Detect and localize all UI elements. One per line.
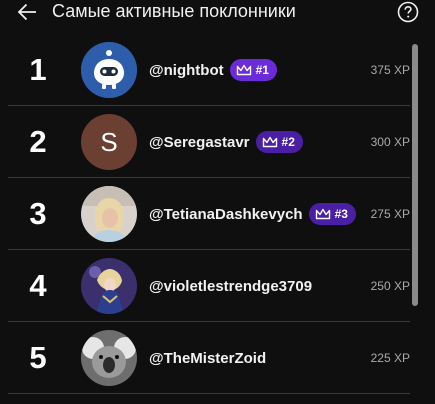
username[interactable]: @TetianaDashkevych xyxy=(149,206,303,223)
rank-number: 3 xyxy=(29,196,47,231)
scrollbar-thumb[interactable] xyxy=(412,44,418,306)
koala-photo-avatar[interactable] xyxy=(81,330,137,386)
top-fan-badge: #3 xyxy=(308,203,356,225)
scrollbar[interactable] xyxy=(410,34,420,404)
top-fan-badge: #1 xyxy=(229,59,277,81)
list-item: 1 @nightbot #1 375 XP xyxy=(8,34,410,106)
question-circle-icon xyxy=(397,1,419,23)
photo-avatar-blonde-woman[interactable] xyxy=(81,186,137,242)
list-item: 4 @violetlestrendge3709 250 XP xyxy=(8,250,410,322)
username[interactable]: @TheMisterZoid xyxy=(149,350,266,367)
xp-value: 250 XP xyxy=(370,279,410,293)
username-wrapper: @TheMisterZoid xyxy=(149,322,266,394)
rank-number: 1 xyxy=(29,52,47,87)
xp-value: 225 XP xyxy=(370,351,410,365)
avatar-initial: S xyxy=(100,126,118,157)
anime-character-avatar[interactable] xyxy=(81,258,137,314)
back-button[interactable] xyxy=(14,0,40,24)
header: Самые активные поклонники xyxy=(0,0,435,24)
badge-label: #1 xyxy=(255,63,269,77)
rank-number: 2 xyxy=(29,124,47,159)
username-wrapper: @Seregastavr #2 xyxy=(149,106,303,178)
letter-avatar[interactable]: S xyxy=(81,114,137,170)
list-item: 2 S @Seregastavr #2 300 XP xyxy=(8,106,410,178)
arrow-left-icon xyxy=(17,3,36,21)
list-item: 3 @TetianaDashkevych #3 275 XP xyxy=(8,178,410,250)
rank-number: 4 xyxy=(29,268,47,303)
xp-value: 375 XP xyxy=(370,63,410,77)
top-fan-badge: #2 xyxy=(255,131,303,153)
username[interactable]: @nightbot xyxy=(149,62,224,79)
username-wrapper: @TetianaDashkevych #3 xyxy=(149,178,356,250)
badge-label: #3 xyxy=(334,207,348,221)
username-wrapper: @violetlestrendge3709 xyxy=(149,250,312,322)
help-button[interactable] xyxy=(397,1,419,23)
xp-value: 275 XP xyxy=(370,207,410,221)
crown-icon xyxy=(236,64,251,76)
crown-icon xyxy=(262,136,277,148)
nightbot-robot-avatar[interactable] xyxy=(81,42,137,98)
xp-value: 300 XP xyxy=(370,135,410,149)
crown-icon xyxy=(315,208,330,220)
rank-number: 5 xyxy=(29,340,47,375)
list-item: 5 @TheMisterZoid 225 XP xyxy=(8,322,410,394)
badge-label: #2 xyxy=(281,135,295,149)
page-title: Самые активные поклонники xyxy=(52,1,296,21)
username-wrapper: @nightbot #1 xyxy=(149,34,277,106)
username[interactable]: @Seregastavr xyxy=(149,134,250,151)
username[interactable]: @violetlestrendge3709 xyxy=(149,278,312,295)
